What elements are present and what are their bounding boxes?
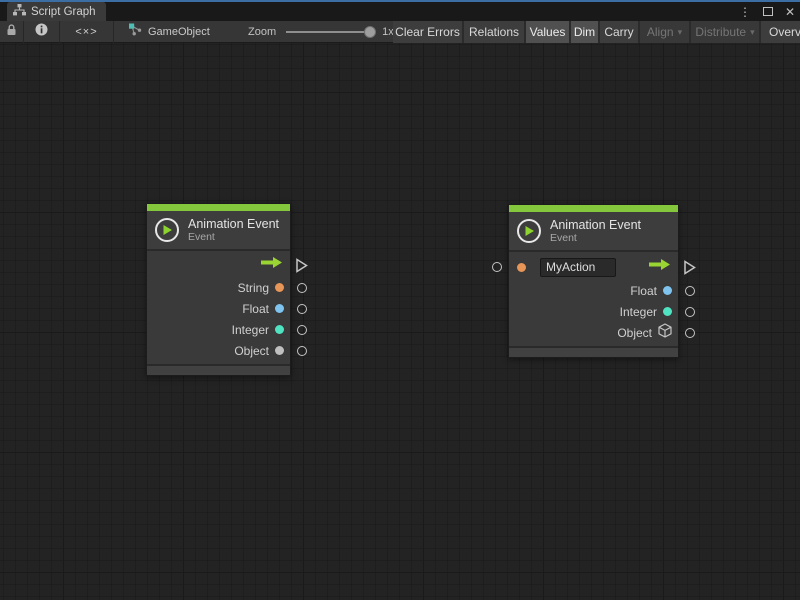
trigger-output-port[interactable] [295, 258, 308, 278]
chevron-down-icon: ▾ [750, 27, 755, 38]
play-event-icon [517, 219, 541, 243]
code-brackets-icon: <×> [75, 26, 97, 38]
output-port-string[interactable] [297, 283, 307, 293]
trigger-output-port[interactable] [683, 260, 696, 280]
chevron-down-icon: ▾ [678, 27, 683, 38]
zoom-label: Zoom [248, 26, 276, 38]
port-row-integer: Integer [509, 301, 678, 322]
tab-script-graph[interactable]: Script Graph [7, 2, 106, 21]
distribute-button[interactable]: Distribute ▾ [691, 21, 759, 43]
port-row-object: Object [509, 322, 678, 343]
output-port-float[interactable] [685, 286, 695, 296]
zoom-value: 1x [382, 26, 394, 38]
output-port-integer[interactable] [685, 307, 695, 317]
node-subtitle: Event [550, 232, 641, 244]
relations-button[interactable]: Relations [464, 21, 524, 43]
port-row-integer: Integer [147, 319, 290, 340]
align-button[interactable]: Align ▾ [640, 21, 689, 43]
node-header[interactable]: Animation Event Event [147, 211, 290, 249]
graph-hierarchy-icon [13, 3, 26, 21]
object-type-dot [275, 346, 284, 355]
integer-type-dot [275, 325, 284, 334]
cube-icon [658, 323, 672, 343]
play-event-icon [155, 218, 179, 242]
node-footer [509, 348, 678, 357]
window-controls: ⋮ ✕ [739, 2, 795, 21]
maximize-icon[interactable] [763, 7, 773, 16]
node-body: Float Integer Object [509, 252, 678, 346]
output-port-integer[interactable] [297, 325, 307, 335]
tab-title: Script Graph [31, 6, 96, 18]
output-port-object[interactable] [685, 328, 695, 338]
graph-target[interactable]: GameObject [128, 21, 210, 43]
node-header[interactable]: Animation Event Event [509, 212, 678, 250]
graph-target-label: GameObject [148, 26, 210, 38]
node-title: Animation Event [550, 218, 641, 232]
node-animation-event-2[interactable]: Animation Event Event Float [508, 204, 679, 358]
integer-type-dot [663, 307, 672, 316]
values-button[interactable]: Values [526, 21, 569, 43]
graph-toolbar: <×> GameObject Zoom 1x Clear Errors [0, 21, 800, 43]
flow-arrow-icon [647, 258, 672, 276]
node-accent-bar [147, 204, 290, 211]
node-subtitle: Event [188, 231, 279, 243]
zoom-slider-knob[interactable] [364, 26, 376, 38]
window-menu-icon[interactable]: ⋮ [739, 6, 751, 18]
clear-errors-button[interactable]: Clear Errors [393, 21, 462, 43]
output-port-object[interactable] [297, 346, 307, 356]
dim-button[interactable]: Dim [571, 21, 598, 43]
close-icon[interactable]: ✕ [785, 6, 795, 18]
lock-button[interactable] [0, 21, 24, 43]
input-port-string[interactable] [492, 262, 502, 272]
event-name-input-row [509, 254, 678, 280]
output-port-float[interactable] [297, 304, 307, 314]
graph-canvas[interactable]: Animation Event Event String Float [0, 43, 800, 600]
lock-icon [6, 23, 17, 41]
float-type-dot [663, 286, 672, 295]
port-row-float: Float [147, 298, 290, 319]
event-name-input[interactable] [540, 258, 616, 277]
flow-arrow-icon [259, 256, 284, 274]
script-machine-icon [128, 23, 142, 41]
node-animation-event-1[interactable]: Animation Event Event String Float [146, 203, 291, 376]
string-type-dot [275, 283, 284, 292]
trigger-output-row [147, 253, 290, 277]
code-preview-button[interactable]: <×> [60, 21, 114, 43]
carry-button[interactable]: Carry [600, 21, 638, 43]
zoom-control: Zoom 1x [248, 21, 394, 43]
node-body: String Float Integer Object [147, 251, 290, 364]
toolbar-buttons: Clear Errors Relations Values Dim Carry … [393, 21, 800, 43]
script-graph-window: Script Graph ⋮ ✕ [0, 0, 800, 600]
zoom-slider[interactable] [286, 31, 374, 33]
overview-button[interactable]: Overview [761, 21, 800, 43]
node-footer [147, 366, 290, 375]
node-accent-bar [509, 205, 678, 212]
float-type-dot [275, 304, 284, 313]
info-button[interactable] [24, 21, 60, 43]
string-type-dot [517, 263, 526, 272]
tab-bar: Script Graph ⋮ ✕ [0, 2, 800, 21]
node-title: Animation Event [188, 217, 279, 231]
port-row-float: Float [509, 280, 678, 301]
port-row-string: String [147, 277, 290, 298]
info-icon [35, 23, 48, 41]
port-row-object: Object [147, 340, 290, 361]
